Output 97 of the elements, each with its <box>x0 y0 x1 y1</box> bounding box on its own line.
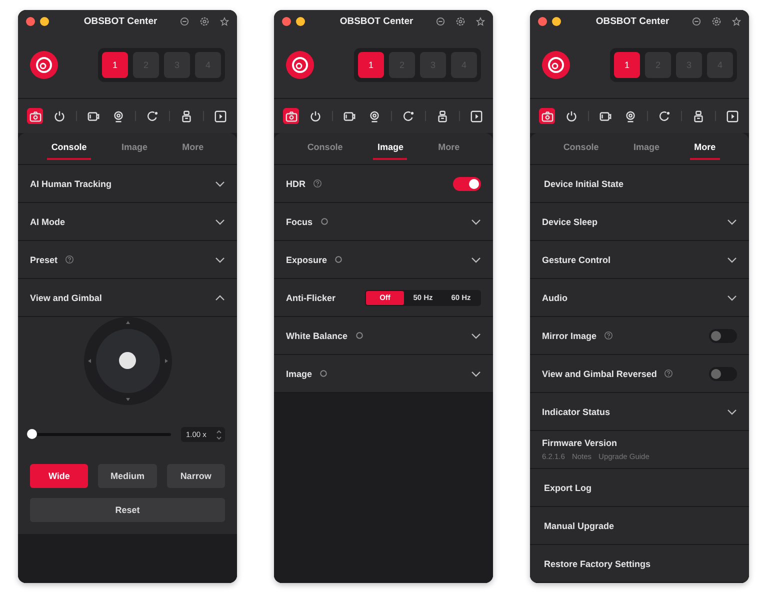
device-button[interactable]: 1 <box>102 52 128 78</box>
close-button[interactable] <box>538 16 547 26</box>
minimize-button[interactable] <box>296 16 305 26</box>
expand-icon[interactable] <box>471 370 481 376</box>
row-label: White Balance <box>286 330 348 340</box>
tab[interactable]: Image <box>373 135 408 160</box>
help-icon[interactable] <box>664 369 673 378</box>
tab[interactable]: Image <box>117 135 152 160</box>
camera-icon[interactable] <box>27 108 43 124</box>
close-button[interactable] <box>26 16 35 26</box>
expand-icon[interactable] <box>471 218 481 224</box>
row-label: Indicator Status <box>542 406 610 416</box>
setting-row[interactable]: Preset <box>18 241 237 279</box>
fov-button[interactable]: Medium <box>98 464 157 488</box>
setting-row[interactable]: Exposure <box>274 241 493 279</box>
setting-row[interactable]: Image <box>274 355 493 393</box>
row-label: HDR <box>286 178 306 188</box>
tab[interactable]: Console <box>559 135 603 160</box>
row-label: Focus <box>286 216 313 226</box>
tab[interactable]: Console <box>303 135 347 160</box>
device-button[interactable]: 1 <box>358 52 384 78</box>
logo-icon <box>30 51 58 79</box>
row-label: Image <box>286 368 312 378</box>
expand-icon[interactable] <box>727 408 737 414</box>
fov-button[interactable]: Narrow <box>166 464 225 488</box>
camera-icon[interactable] <box>539 108 555 124</box>
close-button[interactable] <box>282 16 291 26</box>
expand-icon[interactable] <box>215 256 225 262</box>
window-title: OBSBOT Center <box>338 16 414 26</box>
expand-icon[interactable] <box>215 180 225 186</box>
expand-icon[interactable] <box>471 332 481 338</box>
minimize-icon[interactable] <box>692 16 701 26</box>
help-icon[interactable] <box>64 255 74 264</box>
toggle-switch[interactable] <box>709 366 737 380</box>
toggle-switch[interactable] <box>453 176 481 190</box>
tab[interactable]: More <box>690 135 720 160</box>
expand-icon[interactable] <box>727 218 737 224</box>
toggle-switch[interactable] <box>709 328 737 342</box>
row-label: Firmware Version <box>542 438 618 448</box>
setting-row[interactable]: View and Gimbal <box>18 279 237 317</box>
fov-button[interactable]: Wide <box>30 464 88 488</box>
tab[interactable]: Console <box>47 135 91 160</box>
help-icon[interactable] <box>604 331 613 340</box>
settings-icon[interactable] <box>456 16 465 26</box>
row-label: Device Sleep <box>542 216 598 226</box>
play-icon[interactable] <box>724 108 741 124</box>
tab[interactable]: Image <box>629 135 664 160</box>
tab[interactable]: More <box>434 135 464 160</box>
row-label: View and Gimbal <box>30 292 102 302</box>
row-label: Mirror Image <box>542 330 597 340</box>
menu-row[interactable]: Manual Upgrade <box>530 507 749 545</box>
minimize-button[interactable] <box>40 16 49 26</box>
row-label: Device Initial State <box>543 178 624 188</box>
menu-row[interactable]: Export Log <box>530 469 749 507</box>
reset-button[interactable]: Reset <box>30 498 225 522</box>
stepper-icon[interactable] <box>216 428 222 440</box>
camera-icon[interactable] <box>283 108 299 124</box>
settings-icon[interactable] <box>200 16 209 26</box>
setting-row[interactable]: White Balance <box>274 317 493 355</box>
menu-row[interactable]: Device Initial State <box>530 165 749 203</box>
play-icon[interactable] <box>468 108 485 124</box>
device-button[interactable]: 1 <box>614 52 640 78</box>
row-label: Anti-Flicker <box>286 292 336 302</box>
settings-icon[interactable] <box>712 16 721 26</box>
row-label: View and Gimbal Reversed <box>542 368 657 378</box>
minimize-icon[interactable] <box>180 16 189 26</box>
row-label: Export Log <box>543 482 592 492</box>
row-label: Gesture Control <box>542 254 611 264</box>
window-title: OBSBOT Center <box>594 16 670 26</box>
minimize-icon[interactable] <box>436 16 445 26</box>
expand-icon[interactable] <box>727 256 737 262</box>
setting-row[interactable]: Focus <box>274 203 493 241</box>
logo-icon <box>286 51 314 79</box>
setting-row[interactable]: Indicator Status <box>530 393 749 431</box>
window-title: OBSBOT Center <box>82 16 158 26</box>
menu-row[interactable]: Restore Factory Settings <box>530 545 749 583</box>
row-label: Preset <box>30 254 58 264</box>
setting-row[interactable]: AI Mode <box>18 203 237 241</box>
expand-icon[interactable] <box>215 218 225 224</box>
tab[interactable]: More <box>178 135 208 160</box>
row-label: Restore Factory Settings <box>543 558 651 568</box>
row-label: Audio <box>542 292 568 302</box>
setting-row[interactable]: Gesture Control <box>530 241 749 279</box>
setting-row[interactable]: Audio <box>530 279 749 317</box>
collapse-icon[interactable] <box>215 294 225 300</box>
minimize-button[interactable] <box>552 16 561 26</box>
row-label: Exposure <box>286 254 328 264</box>
play-icon[interactable] <box>212 108 229 124</box>
help-icon[interactable] <box>312 179 322 188</box>
setting-row[interactable]: Device Sleep <box>530 203 749 241</box>
expand-icon[interactable] <box>471 256 481 262</box>
row-label: AI Mode <box>30 216 65 226</box>
expand-icon[interactable] <box>727 294 737 300</box>
setting-row[interactable]: AI Human Tracking <box>18 165 237 203</box>
row-label: AI Human Tracking <box>30 178 112 188</box>
row-label: Manual Upgrade <box>543 520 614 530</box>
logo-icon <box>542 51 570 79</box>
